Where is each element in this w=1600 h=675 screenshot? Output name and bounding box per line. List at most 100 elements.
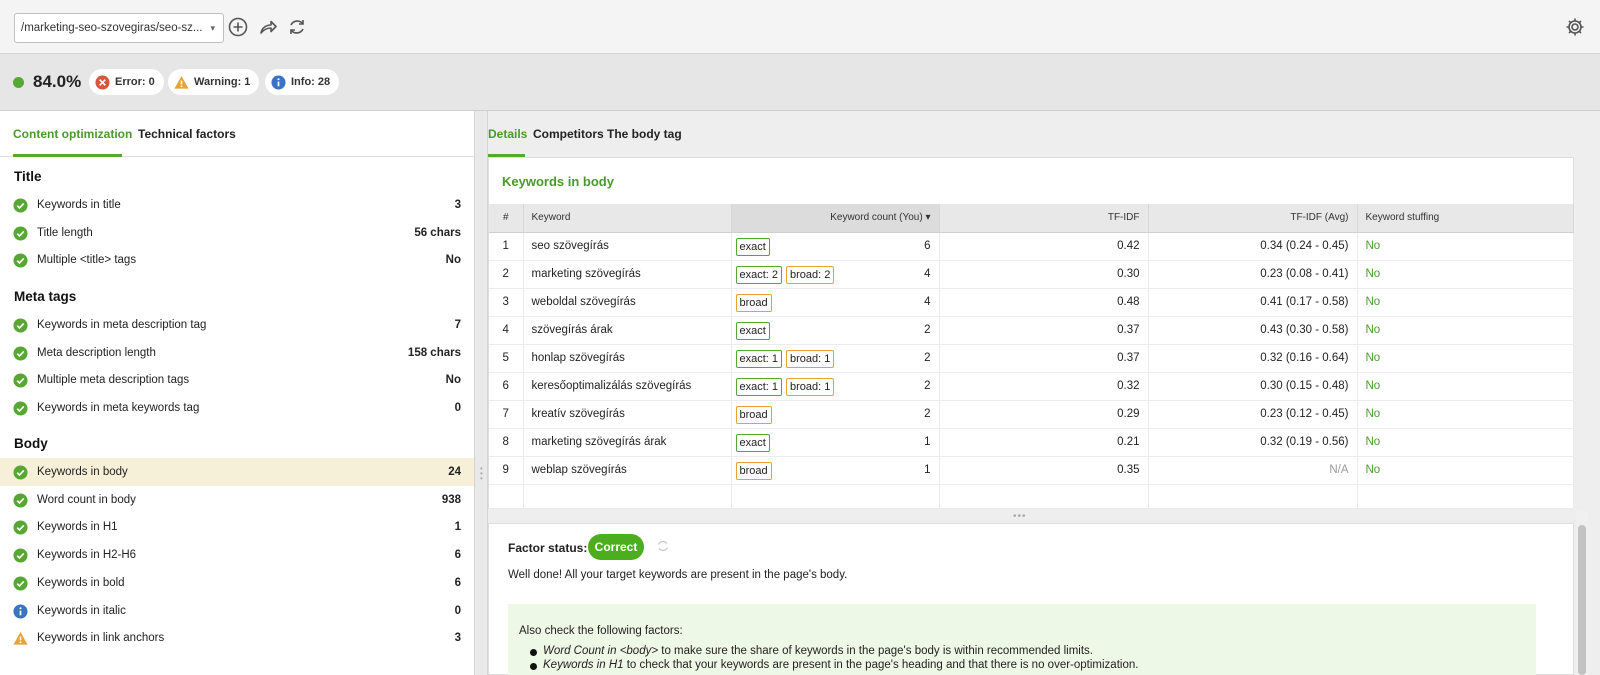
table-header-row: # Keyword Keyword count (You) ▾ TF-IDF T… bbox=[489, 204, 1574, 233]
related-factor-link[interactable]: Keywords in H1 bbox=[543, 659, 624, 671]
keyword-count-value: 6 bbox=[924, 240, 931, 252]
match-tags: exact bbox=[735, 321, 774, 340]
factor-row[interactable]: Title length 56 chars bbox=[0, 219, 474, 247]
table-row[interactable]: 8 marketing szövegírás árak exact 1 0.21 0.32… bbox=[489, 428, 1574, 457]
details-panel: Details Competitors The body tag Keyword… bbox=[488, 111, 1600, 675]
factor-label: Keywords in H1 bbox=[37, 521, 118, 534]
warning-icon bbox=[174, 75, 189, 89]
factor-row[interactable]: Keywords in meta description tag 7 bbox=[0, 311, 474, 339]
factor-row[interactable]: Keywords in link anchors 3 bbox=[0, 624, 474, 652]
cell-tfidf-avg: 0.32 (0.16 - 0.64) bbox=[1148, 344, 1358, 373]
factor-status-panel: Factor status: Correct Well done! All yo… bbox=[488, 523, 1574, 675]
col-header-tfidf-avg[interactable]: TF-IDF (Avg) bbox=[1148, 204, 1358, 233]
factor-row[interactable]: Word count in body 938 bbox=[0, 486, 474, 514]
tab-competitors[interactable]: Competitors bbox=[533, 127, 604, 141]
tab-body-tag[interactable]: The body tag bbox=[607, 127, 682, 141]
scrollbar[interactable] bbox=[1576, 511, 1588, 675]
match-type-badge: exact: 1 bbox=[735, 349, 783, 368]
add-icon[interactable] bbox=[227, 16, 249, 38]
col-header-tfidf[interactable]: TF-IDF bbox=[939, 204, 1149, 233]
cell-keyword: honlap szövegírás bbox=[523, 344, 732, 373]
table-row[interactable]: 3 weboldal szövegírás broad 4 0.48 0.41 (0.17… bbox=[489, 288, 1574, 317]
factor-row[interactable]: Keywords in meta keywords tag 0 bbox=[0, 394, 474, 422]
table-row[interactable]: 2 marketing szövegírás exact: 2 broad: 2 4 0.… bbox=[489, 260, 1574, 289]
table-row[interactable]: 5 honlap szövegírás exact: 1 broad: 1 2 0.37 0… bbox=[489, 344, 1574, 373]
status-badge: Correct bbox=[588, 534, 644, 560]
factor-value: 0 bbox=[454, 402, 461, 415]
factor-label: Multiple <title> tags bbox=[37, 254, 137, 267]
col-header-keyword-stuffing[interactable]: Keyword stuffing bbox=[1357, 204, 1574, 233]
empty-cell bbox=[1148, 484, 1358, 509]
cell-keyword-count: broad 2 bbox=[731, 400, 940, 429]
factor-row[interactable]: Multiple meta description tags No bbox=[0, 366, 474, 394]
tab-technical-factors[interactable]: Technical factors bbox=[138, 127, 236, 141]
col-header-keyword-count[interactable]: Keyword count (You) ▾ bbox=[731, 204, 940, 233]
factor-row[interactable]: Meta description length 158 chars bbox=[0, 339, 474, 367]
check-circle-icon bbox=[13, 226, 28, 241]
match-type-badge: exact bbox=[735, 321, 770, 340]
factor-value: 56 chars bbox=[414, 226, 461, 239]
table-row[interactable]: 6 keresőoptimalizálás szövegírás exact: 1b… bbox=[489, 372, 1574, 401]
factor-row[interactable]: Keywords in bold 6 bbox=[0, 569, 474, 597]
table-row[interactable]: 4 szövegírás árak exact 2 0.37 0.43 (0.30 - 0… bbox=[489, 316, 1574, 345]
factor-label: Keywords in link anchors bbox=[37, 632, 165, 645]
cell-keyword-count: exact 2 bbox=[731, 316, 940, 345]
table-row[interactable]: 9 weblap szövegírás broad 1 0.35 N/A No bbox=[489, 456, 1574, 485]
table-row[interactable]: 7 kreatív szövegírás broad 2 0.29 0.23 (0.12 … bbox=[489, 400, 1574, 429]
match-type-badge: broad: 1 bbox=[786, 377, 835, 396]
factor-label: Keywords in meta keywords tag bbox=[37, 402, 200, 415]
warning-badge[interactable]: Warning: 1 bbox=[168, 69, 260, 95]
cell-keyword-stuffing: No bbox=[1357, 344, 1574, 373]
cell-keyword-stuffing: No bbox=[1357, 400, 1574, 429]
related-factors-box: Also check the following factors: Word C… bbox=[508, 604, 1536, 675]
error-badge[interactable]: Error: 0 bbox=[89, 69, 164, 95]
cell-keyword-count: exact 6 bbox=[731, 232, 940, 261]
factor-value: No bbox=[445, 374, 461, 387]
vertical-splitter[interactable]: • • • bbox=[474, 111, 488, 675]
tab-content-optimization[interactable]: Content optimization bbox=[13, 127, 132, 141]
cell-tfidf-avg: 0.32 (0.19 - 0.56) bbox=[1148, 428, 1358, 457]
cell-keyword-count: exact: 2 broad: 2 4 bbox=[731, 260, 940, 289]
card-title: Keywords in body bbox=[502, 174, 614, 189]
tab-details[interactable]: Details bbox=[488, 127, 527, 141]
cell-tfidf: 0.35 bbox=[939, 456, 1149, 485]
keyword-count-value: 1 bbox=[924, 464, 931, 476]
cell-keyword: kreatív szövegírás bbox=[523, 400, 732, 429]
gear-icon[interactable] bbox=[1564, 16, 1586, 38]
factor-row[interactable]: Keywords in H1 1 bbox=[0, 513, 474, 541]
info-badge[interactable]: Info: 28 bbox=[265, 69, 340, 95]
factor-row[interactable]: Keywords in body 24 bbox=[0, 458, 474, 486]
horizontal-splitter[interactable]: ••• bbox=[488, 509, 1574, 523]
table-row[interactable]: 1 seo szövegírás exact 6 0.42 0.34 (0.24 - 0.… bbox=[489, 232, 1574, 261]
scrollbar-thumb[interactable] bbox=[1578, 525, 1586, 675]
factor-row[interactable]: Keywords in title 3 bbox=[0, 191, 474, 219]
match-type-badge: exact bbox=[735, 433, 770, 452]
keywords-card: Keywords in body # Keyword Keyword count… bbox=[488, 157, 1574, 509]
factor-row[interactable]: Keywords in italic 0 bbox=[0, 597, 474, 625]
check-circle-icon bbox=[13, 493, 28, 508]
warning-icon bbox=[13, 631, 28, 646]
url-dropdown[interactable]: /marketing-seo-szovegiras/seo-sz... ▾ bbox=[14, 13, 224, 43]
splitter-grip-icon: ••• bbox=[480, 464, 483, 483]
related-factors-title: Also check the following factors: bbox=[519, 625, 683, 637]
related-factor-text: to make sure the share of keywords in th… bbox=[658, 645, 1094, 657]
match-type-badge: broad: 2 bbox=[786, 265, 835, 284]
factor-row[interactable]: Multiple <title> tags No bbox=[0, 246, 474, 274]
match-tags: exact bbox=[735, 237, 774, 256]
col-header-keyword[interactable]: Keyword bbox=[523, 204, 732, 233]
cell-keyword-stuffing: No bbox=[1357, 288, 1574, 317]
recheck-icon[interactable] bbox=[656, 539, 670, 553]
refresh-icon[interactable] bbox=[286, 16, 308, 38]
cell-tfidf: 0.37 bbox=[939, 344, 1149, 373]
cell-keyword-count: broad 1 bbox=[731, 456, 940, 485]
related-factor-link[interactable]: Word Count in <body> bbox=[543, 645, 658, 657]
factor-value: 24 bbox=[448, 466, 461, 478]
cell-tfidf-avg: 0.23 (0.08 - 0.41) bbox=[1148, 260, 1358, 289]
col-header-number[interactable]: # bbox=[489, 204, 524, 233]
share-icon[interactable] bbox=[257, 16, 279, 38]
cell-tfidf-avg: 0.23 (0.12 - 0.45) bbox=[1148, 400, 1358, 429]
check-circle-icon bbox=[13, 465, 28, 480]
factor-row[interactable]: Keywords in H2-H6 6 bbox=[0, 541, 474, 569]
cell-tfidf: 0.21 bbox=[939, 428, 1149, 457]
factors-panel: Content optimization Technical factors T… bbox=[0, 111, 474, 675]
